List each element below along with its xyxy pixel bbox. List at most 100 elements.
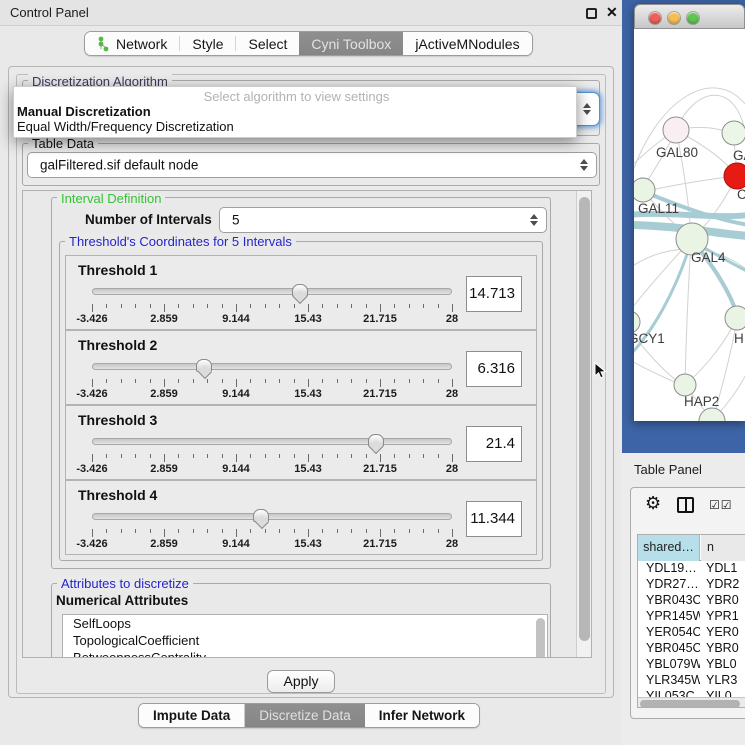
- threshold-label: Threshold 4: [78, 487, 157, 503]
- threshold-2-value-field[interactable]: 6.316: [466, 351, 522, 387]
- tab-network[interactable]: Network: [85, 32, 179, 55]
- float-window-icon[interactable]: [586, 8, 597, 19]
- threshold-1-slider[interactable]: -3.4262.8599.14415.4321.71528: [84, 282, 460, 328]
- close-icon[interactable]: ✕: [606, 4, 618, 21]
- slider-tick-labels: -3.4262.8599.14415.4321.71528: [92, 388, 452, 400]
- network-edge[interactable]: [643, 176, 735, 192]
- list-item-betweennesscentrality[interactable]: BetweennessCentrality: [63, 649, 547, 658]
- threshold-2-slider[interactable]: -3.4262.8599.14415.4321.71528: [84, 357, 460, 403]
- minimize-traffic-light[interactable]: [668, 12, 680, 24]
- tab-select[interactable]: Select: [236, 32, 299, 55]
- tab-discretize-data[interactable]: Discretize Data: [245, 704, 365, 727]
- tab-discretize-data-label: Discretize Data: [259, 708, 351, 723]
- threshold-3-slider[interactable]: -3.4262.8599.14415.4321.71528: [84, 432, 460, 478]
- num-intervals-label: Number of Intervals: [85, 212, 212, 227]
- vertical-scrollbar[interactable]: [576, 191, 592, 658]
- list-item-selfloops[interactable]: SelfLoops: [63, 615, 547, 632]
- tab-cyni-toolbox[interactable]: Cyni Toolbox: [299, 32, 403, 55]
- table-row[interactable]: YER054CYER0: [638, 625, 745, 641]
- network-node-label: GAL11: [638, 201, 679, 216]
- network-node-h-node[interactable]: [725, 306, 745, 330]
- tab-infer-network[interactable]: Infer Network: [365, 704, 479, 727]
- network-svg[interactable]: GAL80GACGAL11GAL4GCY1HHAP2: [634, 29, 745, 421]
- slider-track[interactable]: [92, 363, 452, 370]
- scrollbar-thumb[interactable]: [579, 197, 590, 641]
- network-node-label: C: [737, 187, 745, 202]
- cell: YDL1: [700, 561, 745, 575]
- network-node-top-right[interactable]: [722, 121, 745, 145]
- tab-jactivemnodules-label: jActiveMNodules: [415, 36, 519, 52]
- tab-cyni-toolbox-label: Cyni Toolbox: [311, 36, 391, 52]
- threshold-4-slider[interactable]: -3.4262.8599.14415.4321.71528: [84, 507, 460, 553]
- network-node-GAL11[interactable]: [634, 178, 655, 202]
- table-row[interactable]: YDR27…YDR2: [638, 577, 745, 593]
- threshold-4-value-field[interactable]: 11.344: [466, 501, 522, 537]
- list-scrollbar[interactable]: [536, 618, 545, 658]
- numerical-attributes-list[interactable]: SelfLoops TopologicalCoefficient Between…: [62, 614, 548, 658]
- table-rows: YDL19…YDL1 YDR27…YDR2 YBR043CYBR0 YPR145…: [638, 561, 745, 697]
- network-canvas[interactable]: GAL80GACGAL11GAL4GCY1HHAP2: [634, 29, 745, 421]
- slider-thumb[interactable]: [292, 284, 308, 297]
- num-intervals-combobox[interactable]: 5: [219, 207, 547, 233]
- control-panel-window: Control Panel ✕ Network Style Select Cyn…: [0, 0, 622, 745]
- column-header-shared-name[interactable]: shared…: [638, 535, 700, 561]
- table-panel-title: Table Panel: [634, 462, 702, 477]
- network-edge[interactable]: [686, 320, 736, 384]
- threshold-label: Threshold 3: [78, 412, 157, 428]
- threshold-label: Threshold 1: [78, 262, 157, 278]
- threshold-3-value-field[interactable]: 21.4: [466, 426, 522, 462]
- table-row[interactable]: YBR043CYBR0: [638, 593, 745, 609]
- slider-track[interactable]: [92, 513, 452, 520]
- split-columns-icon[interactable]: [677, 497, 694, 513]
- horizontal-scrollbar[interactable]: [638, 697, 745, 708]
- network-node-HAP2[interactable]: [674, 374, 696, 396]
- apply-button[interactable]: Apply: [267, 670, 335, 693]
- cell: YBR0: [700, 641, 745, 655]
- threshold-1-panel: Threshold 1 -3.4262.8599.14415.4321.7152…: [65, 255, 537, 330]
- gear-icon[interactable]: ⚙: [645, 493, 661, 514]
- table-row[interactable]: YIL053CYIL0: [638, 689, 745, 697]
- slider-scale: [92, 454, 452, 463]
- table-row[interactable]: YPR145WYPR1: [638, 609, 745, 625]
- numerical-attributes-label: Numerical Attributes: [56, 593, 188, 608]
- cell: YER054C: [638, 625, 700, 639]
- attributes-group-box: Numerical Attributes SelfLoops Topologic…: [51, 583, 551, 658]
- network-node-red-node[interactable]: [724, 163, 745, 189]
- slider-thumb[interactable]: [253, 509, 269, 522]
- network-node-label: GAL4: [691, 250, 726, 265]
- tab-style[interactable]: Style: [180, 32, 235, 55]
- threshold-label: Threshold 2: [78, 337, 157, 353]
- network-node-GAL80[interactable]: [663, 117, 689, 143]
- popup-placeholder-item[interactable]: Select algorithm to view settings: [14, 89, 576, 104]
- slider-track[interactable]: [92, 438, 452, 445]
- column-header-name[interactable]: n: [701, 535, 745, 561]
- popup-item-manual-discretization[interactable]: Manual Discretization: [14, 104, 576, 119]
- tab-impute-data[interactable]: Impute Data: [139, 704, 244, 727]
- table-data-group-label: Table Data: [28, 136, 98, 151]
- table-row[interactable]: YBR045CYBR0: [638, 641, 745, 657]
- popup-item-equal-width-frequency[interactable]: Equal Width/Frequency Discretization: [14, 119, 576, 134]
- table-row[interactable]: YLR345WYLR3: [638, 673, 745, 689]
- table-row[interactable]: YBL079WYBL0: [638, 657, 745, 673]
- scrollbar-thumb[interactable]: [640, 700, 740, 708]
- table-data-selected-value: galFiltered.sif default node: [40, 158, 198, 173]
- table-panel-box: ⚙ ☑☑ shared… n YDL19…YDL1 YDR27…YDR2 YBR…: [630, 487, 745, 719]
- slider-thumb[interactable]: [368, 434, 384, 447]
- list-item-topologicalcoefficient[interactable]: TopologicalCoefficient: [63, 632, 547, 649]
- table-row[interactable]: YDL19…YDL1: [638, 561, 745, 577]
- control-panel-titlebar: Control Panel ✕: [0, 0, 622, 26]
- close-traffic-light[interactable]: [649, 12, 661, 24]
- tab-jactivemnodules[interactable]: jActiveMNodules: [403, 32, 531, 55]
- table-data-combobox[interactable]: galFiltered.sif default node: [27, 152, 597, 178]
- slider-thumb[interactable]: [196, 359, 212, 372]
- zoom-traffic-light[interactable]: [687, 12, 699, 24]
- table-header-row: shared… n: [638, 535, 745, 561]
- slider-track[interactable]: [92, 288, 452, 295]
- num-intervals-value: 5: [232, 213, 240, 228]
- network-window-titlebar[interactable]: [634, 4, 745, 29]
- select-columns-icon[interactable]: ☑☑: [709, 498, 733, 512]
- network-node-label: GCY1: [634, 331, 665, 346]
- cell: YIL0: [700, 689, 745, 697]
- threshold-1-value-field[interactable]: 14.713: [466, 276, 522, 312]
- network-node-GCY1[interactable]: [634, 311, 640, 333]
